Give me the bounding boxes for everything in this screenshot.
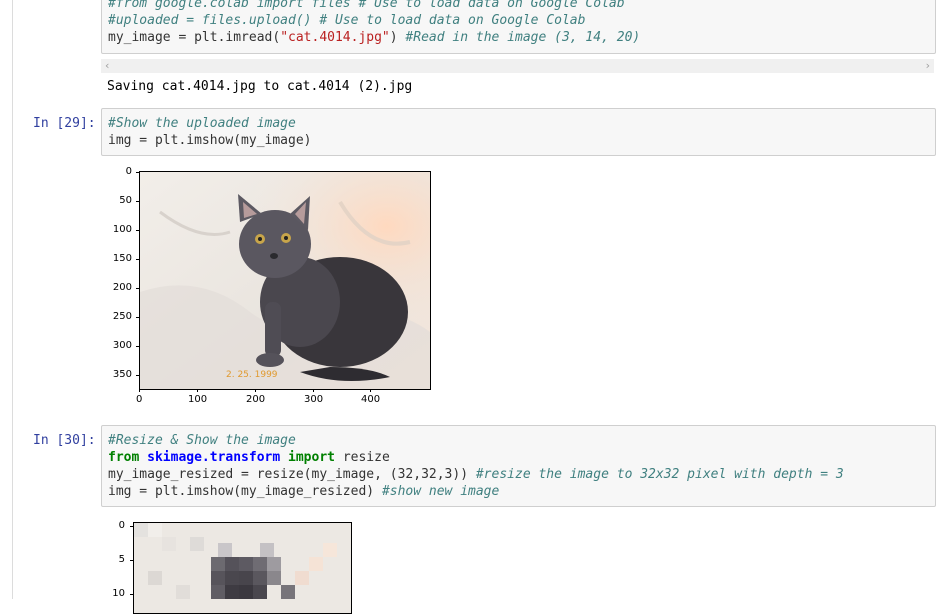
y-tick-mark	[130, 526, 133, 527]
y-tick-label: 0	[125, 166, 132, 177]
code-cell-3[interactable]: #Resize & Show the image from skimage.tr…	[101, 425, 936, 507]
code-line-comment: #uploaded = files.upload() # Use to load…	[108, 13, 586, 28]
x-tick-mark	[197, 389, 198, 392]
cat-photo	[139, 171, 431, 390]
x-tick-mark	[313, 389, 314, 392]
code-line: my_image = plt.imread("cat.4014.jpg") #R…	[108, 30, 641, 45]
y-tick-mark	[136, 288, 139, 289]
code-line: from skimage.transform import resize	[108, 450, 390, 465]
cat-illustration	[140, 172, 430, 389]
x-tick-label: 400	[361, 394, 381, 405]
code-cell-2[interactable]: #Show the uploaded image img = plt.imsho…	[101, 108, 936, 156]
input-prompt: In [30]:	[33, 433, 96, 448]
scroll-right-icon[interactable]: ›	[926, 59, 930, 73]
code-line: my_image_resized = resize(my_image, (32,…	[108, 467, 844, 482]
y-tick-label: 10	[112, 588, 125, 599]
x-tick-label: 0	[136, 394, 143, 405]
y-tick-mark	[136, 317, 139, 318]
y-tick-label: 5	[118, 554, 125, 565]
y-tick-mark	[136, 259, 139, 260]
x-tick-mark	[139, 389, 140, 392]
y-tick-label: 150	[112, 253, 132, 264]
x-tick-mark	[370, 389, 371, 392]
y-tick-label: 100	[112, 224, 132, 235]
photo-date-stamp: 2. 25. 1999	[226, 370, 278, 380]
code-line: img = plt.imshow(my_image)	[108, 133, 312, 148]
y-tick-label: 0	[118, 520, 125, 531]
y-tick-mark	[136, 230, 139, 231]
y-tick-label: 50	[119, 195, 132, 206]
y-tick-mark	[136, 172, 139, 173]
resized-cat-photo	[133, 522, 352, 614]
x-tick-label: 200	[246, 394, 266, 405]
code-line-comment: #Show the uploaded image	[108, 116, 296, 131]
y-tick-mark	[130, 560, 133, 561]
x-tick-label: 100	[188, 394, 208, 405]
code-line-comment: #from google.colab import files # Use to…	[108, 0, 625, 11]
y-tick-label: 300	[112, 340, 132, 351]
pixelated-cat-illustration	[134, 523, 351, 613]
y-tick-mark	[136, 346, 139, 347]
code-line-comment: #Resize & Show the image	[108, 433, 296, 448]
x-tick-label: 300	[304, 394, 324, 405]
notebook-left-border	[12, 0, 13, 599]
y-tick-label: 250	[112, 311, 132, 322]
code-cell-1[interactable]: #from google.colab import files # Use to…	[101, 0, 936, 54]
scroll-left-icon[interactable]: ‹	[105, 59, 109, 73]
y-tick-label: 200	[112, 282, 132, 293]
input-prompt: In [29]:	[33, 116, 96, 131]
y-tick-label: 350	[112, 369, 132, 380]
x-tick-mark	[255, 389, 256, 392]
code-line: img = plt.imshow(my_image_resized) #show…	[108, 484, 500, 499]
y-tick-mark	[136, 201, 139, 202]
y-tick-mark	[130, 594, 133, 595]
output-horizontal-scrollbar[interactable]: ‹ ›	[101, 59, 934, 73]
y-tick-mark	[136, 375, 139, 376]
cell-output-text: Saving cat.4014.jpg to cat.4014 (2).jpg	[107, 79, 413, 94]
